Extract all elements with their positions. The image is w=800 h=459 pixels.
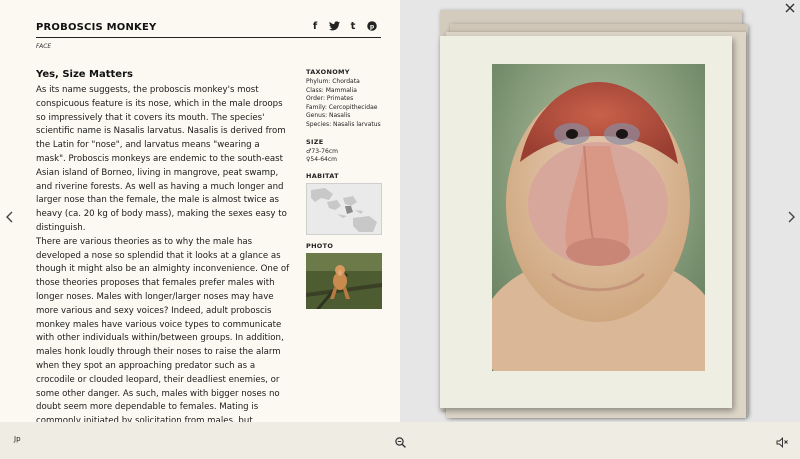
twitter-icon[interactable] [329, 21, 340, 33]
taxonomy-item: Species: Nasalis larvatus [306, 120, 381, 128]
taxonomy-list: Phylum: Chordata Class: Mammalia Order: … [306, 78, 384, 130]
main-photo[interactable] [492, 64, 705, 371]
habitat-map [306, 182, 382, 235]
taxonomy-item: Class: Mammalia [306, 86, 357, 94]
taxonomy-item: Genus: Nasalis [306, 112, 351, 120]
bottom-bar: Jp [0, 422, 800, 459]
photo-label: PHOTO [306, 241, 334, 250]
article-body: As its name suggests, the proboscis monk… [36, 84, 290, 422]
size-female: ♀54-64cm [306, 156, 337, 164]
taxonomy-item: Phylum: Chordata [306, 78, 360, 85]
photo-stack [440, 10, 750, 420]
tumblr-icon[interactable]: t [348, 21, 358, 33]
language-toggle[interactable]: Jp [14, 435, 21, 443]
taxonomy-label: TAXONOMY [306, 68, 350, 76]
title-bar: PROBOSCIS MONKEY f t p [36, 21, 381, 38]
chevron-left-icon[interactable] [6, 211, 14, 227]
info-panel: PROBOSCIS MONKEY f t p FACE Yes, Size Ma… [0, 0, 400, 422]
photo-thumbnail[interactable] [306, 252, 382, 309]
zoom-icon[interactable] [395, 433, 406, 452]
svg-text:p: p [370, 23, 375, 30]
pinterest-icon[interactable]: p [367, 21, 377, 33]
chevron-right-icon[interactable] [787, 211, 795, 227]
taxonomy-item: Family: Cercopithecidae [306, 103, 378, 111]
article-paragraph: There are various theories as to why the… [36, 236, 290, 422]
facebook-icon[interactable]: f [310, 21, 320, 33]
photo-card [440, 36, 732, 408]
page-title: PROBOSCIS MONKEY [36, 22, 157, 33]
size-values: ♂73-76cm ♀54-64cm [306, 148, 384, 165]
size-male: ♂73-76cm [306, 147, 338, 155]
image-panel [400, 0, 800, 422]
subtitle: FACE [36, 43, 52, 50]
taxonomy-item: Order: Primates [306, 95, 354, 103]
habitat-label: HABITAT [306, 171, 339, 180]
species-sidebar: TAXONOMY Phylum: Chordata Class: Mammali… [306, 68, 384, 309]
article-heading: Yes, Size Matters [36, 69, 133, 80]
article-paragraph: As its name suggests, the proboscis monk… [36, 85, 287, 233]
speaker-icon[interactable] [776, 433, 789, 452]
social-links: f t p [310, 21, 377, 33]
size-label: SIZE [306, 137, 324, 146]
close-icon[interactable] [785, 2, 795, 17]
